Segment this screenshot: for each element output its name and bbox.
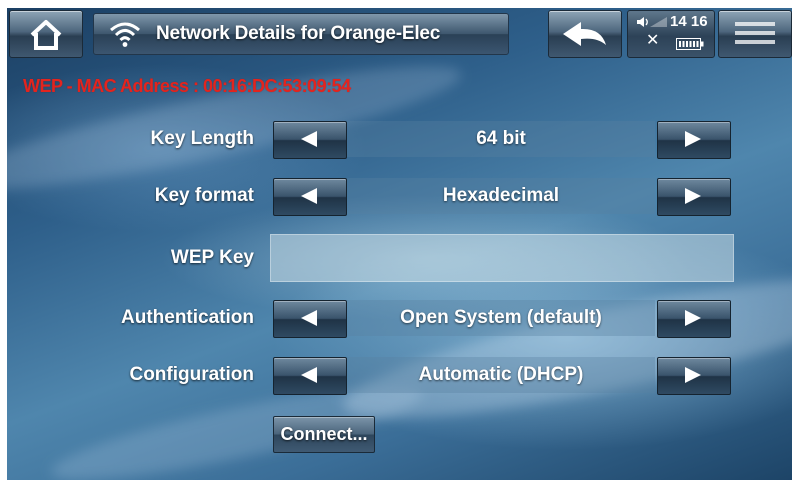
configuration-next-button[interactable]: [657, 357, 731, 395]
configuration-label: Configuration: [129, 364, 254, 385]
top-bar: Network Details for Orange-Elec 14 16 ✕: [7, 8, 792, 60]
right-arrow-icon: [685, 367, 701, 383]
key-length-value: 64 bit: [347, 121, 655, 157]
left-arrow-icon: [301, 310, 317, 326]
configuration-value: Automatic (DHCP): [347, 357, 655, 393]
wep-key-input[interactable]: [270, 234, 734, 282]
right-arrow-icon: [685, 310, 701, 326]
left-arrow-icon: [301, 188, 317, 204]
wep-key-label: WEP Key: [170, 247, 254, 268]
page-title: Network Details for Orange-Elec: [156, 23, 441, 44]
home-button[interactable]: [9, 10, 83, 58]
left-arrow-icon: [301, 131, 317, 147]
key-format-label: Key format: [154, 185, 254, 206]
back-button[interactable]: [548, 10, 622, 58]
right-arrow-icon: [685, 188, 701, 204]
key-format-prev-button[interactable]: [273, 178, 347, 216]
right-arrow-icon: [685, 131, 701, 147]
menu-button[interactable]: [718, 10, 792, 58]
authentication-next-button[interactable]: [657, 300, 731, 338]
mac-address-text: WEP - MAC Address : 00:16:DC:53:09:54: [23, 76, 351, 96]
title-bar: Network Details for Orange-Elec: [93, 13, 509, 55]
home-icon: [30, 20, 62, 50]
authentication-prev-button[interactable]: [273, 300, 347, 338]
clock: 14 16: [670, 13, 708, 30]
status-area: 14 16 ✕: [627, 10, 715, 58]
battery-icon: [676, 38, 704, 50]
configuration-prev-button[interactable]: [273, 357, 347, 395]
key-length-label: Key Length: [150, 128, 254, 149]
key-format-value: Hexadecimal: [347, 178, 655, 214]
key-length-next-button[interactable]: [657, 121, 731, 159]
left-arrow-icon: [301, 367, 317, 383]
screen: Network Details for Orange-Elec 14 16 ✕: [7, 8, 792, 480]
wifi-icon: [110, 22, 140, 47]
bluetooth-icon: ✕: [646, 32, 660, 49]
menu-icon: [735, 22, 775, 44]
back-arrow-icon: [563, 22, 606, 46]
signal-bar-icon: [650, 17, 667, 27]
key-length-prev-button[interactable]: [273, 121, 347, 159]
connect-button[interactable]: Connect...: [273, 416, 375, 453]
key-format-next-button[interactable]: [657, 178, 731, 216]
authentication-label: Authentication: [121, 307, 254, 328]
authentication-value: Open System (default): [347, 300, 655, 336]
